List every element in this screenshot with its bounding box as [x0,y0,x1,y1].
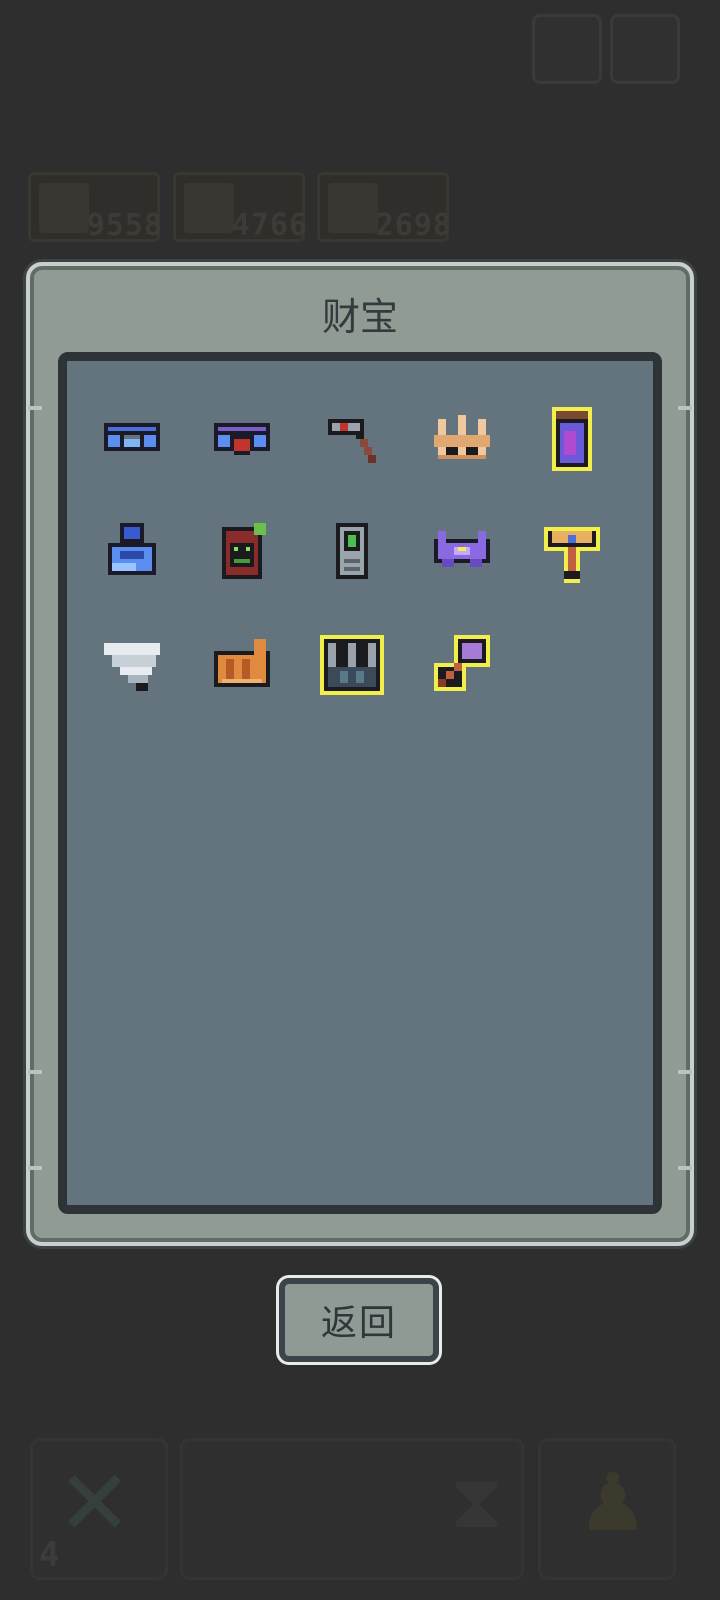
panel-notch [28,1070,42,1074]
panel-notch [28,1166,42,1170]
panel-notch [28,406,42,410]
creature-icon [184,183,234,233]
treasure-item-blue-bird[interactable] [77,495,187,607]
resource-value-1: 9558 [86,208,163,243]
treasure-item-handheld-device[interactable] [297,495,407,607]
treasure-item-hammer[interactable] [297,383,407,495]
treasure-item-golden-chalice[interactable] [517,495,627,607]
return-button-label: 返回 [320,1303,397,1344]
panel-notch [678,1070,692,1074]
sword-icon [39,183,89,233]
top-menu-button-2 [610,14,680,84]
treasure-item-spiked-crown[interactable] [297,607,407,719]
treasure-item-purple-axe[interactable] [407,607,517,719]
resource-box-3: 2698 [317,172,452,243]
handheld-device-icon [336,523,368,579]
potion-jar-icon [552,407,592,471]
top-menu-button-1 [532,14,602,84]
bottom-center-slot: ⧗ [180,1438,524,1580]
purple-axe-icon [434,635,490,691]
treasure-panel: 财宝 [26,262,694,1246]
croissant-icon [214,639,270,687]
bottom-character-slot: ♟ [538,1438,676,1580]
treasure-item-hooded-slime[interactable] [187,495,297,607]
treasure-item-potion-jar[interactable] [517,383,627,495]
treasure-grid [77,383,627,719]
treasure-item-red-orb-goggles[interactable] [187,383,297,495]
golden-chalice-icon [544,527,600,583]
treasure-item-white-tornado[interactable] [77,607,187,719]
crossed-swords-icon: ✕ [57,1451,133,1556]
purple-bat-icon [434,531,490,567]
blue-bird-icon [108,523,156,575]
treasure-item-purple-bat[interactable] [407,495,517,607]
resource-value-3: 2698 [375,208,452,243]
resource-box-2: 4766 [173,172,308,243]
creature-icon [328,183,378,233]
treasure-list [58,352,662,1214]
hourglass-icon: ⧗ [449,1456,503,1545]
spiked-crown-icon [320,635,384,695]
bottom-counter: 4 [39,1535,60,1575]
bottom-attack-slot: ✕ 4 [30,1438,168,1580]
hammer-icon [328,419,376,463]
panel-notch [678,406,692,410]
return-button[interactable]: 返回 [279,1278,439,1362]
bone-crown-icon [434,415,490,459]
panel-notch [678,1166,692,1170]
blue-goggles-icon [104,423,160,451]
treasure-item-croissant[interactable] [187,607,297,719]
treasure-item-bone-crown[interactable] [407,383,517,495]
panel-title: 财宝 [321,295,398,339]
treasure-item-blue-goggles[interactable] [77,383,187,495]
red-orb-goggles-icon [214,423,270,455]
white-tornado-icon [104,643,160,691]
resource-box-1: 9558 [28,172,163,243]
hooded-slime-icon [222,523,266,579]
character-icon: ♟ [577,1456,649,1549]
resource-value-2: 4766 [231,208,308,243]
